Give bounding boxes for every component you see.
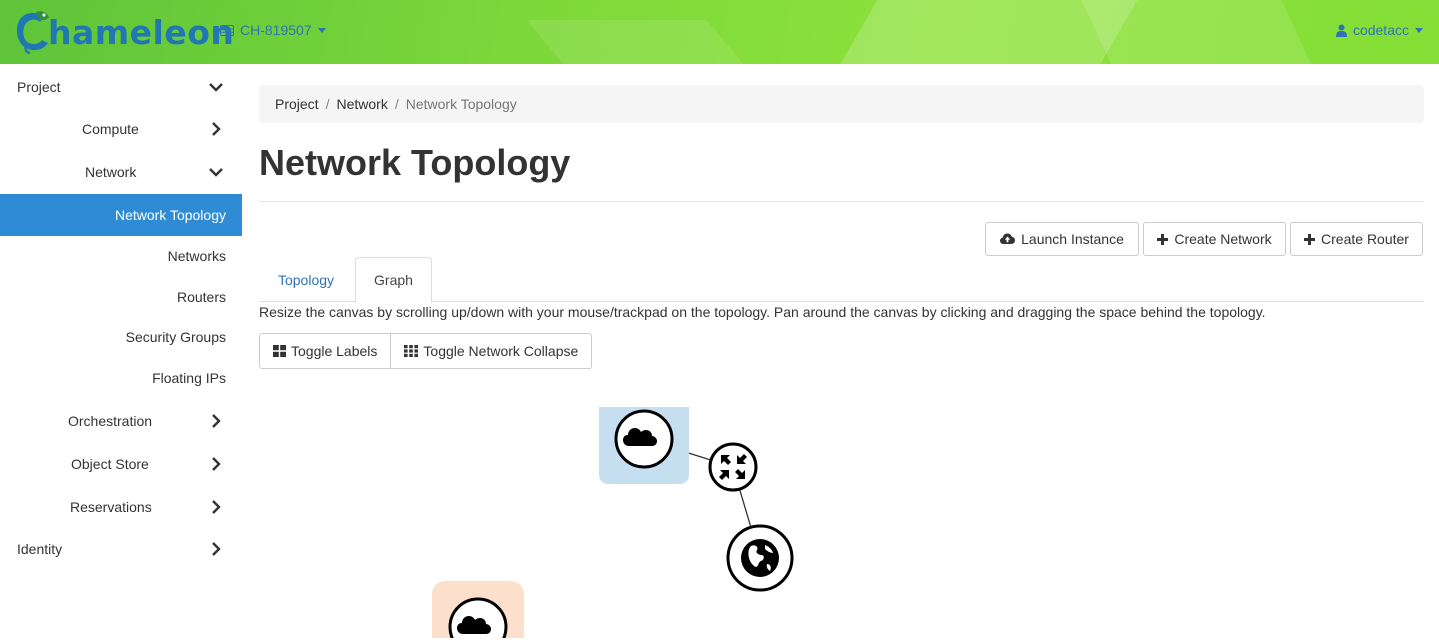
chevron-right-icon	[212, 500, 221, 514]
external-network-node[interactable]	[726, 524, 794, 592]
sidebar-item-label: Floating IPs	[152, 370, 226, 386]
chevron-down-icon	[209, 168, 223, 177]
breadcrumb-current: Network Topology	[405, 96, 517, 112]
sidebar-item-label: Network	[85, 164, 137, 180]
toggle-network-collapse-button[interactable]: Toggle Network Collapse	[391, 333, 593, 369]
user-menu[interactable]: codetacc	[1335, 22, 1423, 38]
sidebar-item-compute[interactable]: Compute	[0, 108, 242, 150]
breadcrumb-separator: /	[325, 96, 330, 112]
create-router-label: Create Router	[1321, 231, 1409, 247]
cloud-upload-icon	[1000, 233, 1016, 244]
caret-down-icon	[1415, 27, 1423, 33]
sidebar-item-networks[interactable]: Networks	[0, 235, 242, 277]
page-title: Network Topology	[259, 142, 571, 183]
network-node-orange[interactable]	[432, 581, 524, 643]
sidebar-item-label: Orchestration	[68, 413, 153, 429]
sidebar-item-security-groups[interactable]: Security Groups	[0, 316, 242, 358]
help-text: Resize the canvas by scrolling up/down w…	[259, 304, 1266, 320]
sidebar-item-object-store[interactable]: Object Store	[0, 443, 242, 485]
router-node[interactable]	[708, 442, 758, 492]
grid-small-icon	[404, 345, 419, 357]
project-name: CH-819507	[240, 22, 312, 38]
sidebar-item-reservations[interactable]: Reservations	[0, 486, 242, 528]
logo-wordmark: hameleon	[48, 12, 235, 52]
sidebar-item-network-topology[interactable]: Network Topology	[0, 194, 242, 236]
sidebar-item-floating-ips[interactable]: Floating IPs	[0, 357, 242, 399]
toggle-collapse-label: Toggle Network Collapse	[423, 343, 579, 359]
sidebar-item-label: Object Store	[71, 456, 149, 472]
toggle-labels-label: Toggle Labels	[291, 343, 378, 359]
launch-instance-button[interactable]: Launch Instance	[985, 222, 1139, 256]
network-node-blue[interactable]	[599, 407, 689, 484]
breadcrumb-project[interactable]: Project	[275, 96, 319, 112]
create-network-button[interactable]: Create Network	[1143, 222, 1286, 256]
router-node-circle	[708, 442, 758, 492]
breadcrumb-network[interactable]: Network	[336, 96, 387, 112]
top-navbar: hameleon CH-819507 codetacc	[0, 0, 1439, 64]
topology-canvas[interactable]	[259, 374, 1424, 643]
create-router-button[interactable]: Create Router	[1290, 222, 1423, 256]
main-content: Project / Network / Network Topology Net…	[259, 64, 1424, 643]
sidebar-item-identity[interactable]: Identity	[0, 528, 242, 570]
topology-graph[interactable]	[259, 374, 1424, 643]
background-facet	[526, 20, 774, 64]
tab-topology[interactable]: Topology	[259, 257, 353, 302]
sidebar-item-network[interactable]: Network	[0, 151, 242, 193]
graph-controls: Toggle Labels Toggle Network Collapse	[259, 333, 593, 369]
sidebar-item-label: Networks	[167, 248, 226, 264]
grid-large-icon	[273, 345, 286, 357]
create-network-label: Create Network	[1174, 231, 1272, 247]
chameleon-logo[interactable]: hameleon	[14, 8, 234, 56]
chevron-down-icon	[209, 83, 223, 92]
sidebar-item-label: Compute	[82, 121, 139, 137]
sidebar: Project Compute Network Network Topology…	[0, 64, 242, 638]
caret-down-icon	[317, 27, 326, 33]
sidebar-item-label: Project	[17, 79, 61, 95]
breadcrumb: Project / Network / Network Topology	[259, 85, 1424, 123]
chevron-right-icon	[212, 414, 221, 428]
sidebar-item-project[interactable]: Project	[0, 66, 242, 108]
tab-graph[interactable]: Graph	[355, 257, 432, 303]
project-selector[interactable]: CH-819507	[220, 22, 326, 38]
plus-icon	[1304, 233, 1316, 245]
chameleon-logo-icon	[16, 11, 49, 55]
sidebar-item-label: Identity	[17, 541, 63, 557]
sidebar-item-label: Network Topology	[114, 207, 226, 223]
sidebar-item-routers[interactable]: Routers	[0, 276, 242, 318]
chevron-right-icon	[212, 122, 221, 136]
launch-instance-label: Launch Instance	[1021, 231, 1124, 247]
sidebar-item-label: Reservations	[70, 499, 152, 515]
chevron-right-icon	[212, 542, 221, 556]
view-tabs: Topology Graph	[259, 257, 1424, 303]
username: codetacc	[1352, 22, 1409, 38]
divider	[259, 201, 1424, 202]
plus-icon	[1157, 233, 1169, 245]
toggle-labels-button[interactable]: Toggle Labels	[259, 333, 392, 369]
breadcrumb-separator: /	[394, 96, 399, 112]
chevron-right-icon	[212, 457, 221, 471]
background-facet	[1072, 0, 1328, 64]
server-icon	[220, 24, 234, 36]
sidebar-item-label: Routers	[176, 289, 226, 305]
sidebar-item-label: Security Groups	[125, 329, 226, 345]
sidebar-item-orchestration[interactable]: Orchestration	[0, 400, 242, 442]
user-icon	[1335, 24, 1347, 37]
